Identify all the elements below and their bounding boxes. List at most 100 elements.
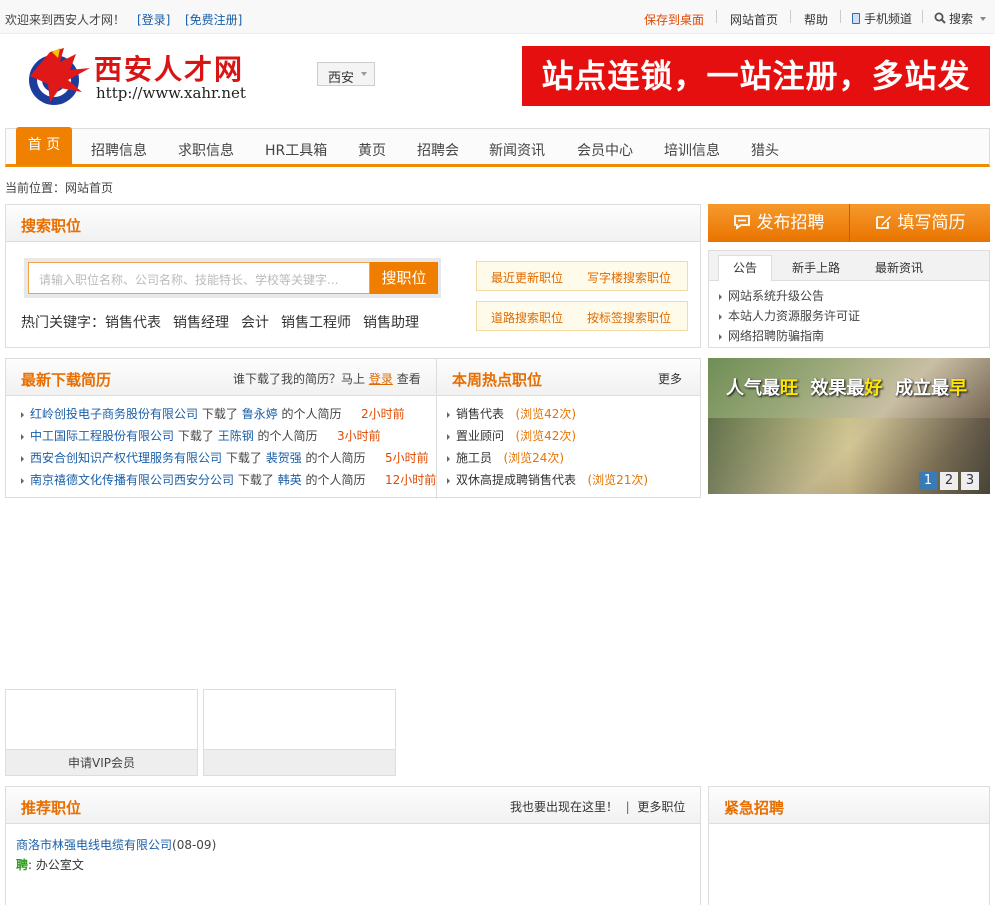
nav-item-job-seekers[interactable]: 求职信息 [178, 140, 234, 160]
downloads-hint-suffix: 查看 [396, 372, 421, 386]
tab-announcements[interactable]: 公告 [718, 255, 772, 281]
notice-item[interactable]: 网络招聘防骗指南 [719, 327, 824, 344]
download-company-link[interactable]: 红岭创投电子商务股份有限公司 [30, 407, 198, 421]
download-row: 红岭创投电子商务股份有限公司 下载了 鲁永婷 的个人简历 [21, 405, 342, 422]
download-person-link[interactable]: 鲁永婷 [242, 407, 278, 421]
download-company-link[interactable]: 西安合创知识产权代理服务有限公司 [30, 451, 222, 465]
hot-jobs-more-link[interactable]: 更多 [658, 370, 682, 387]
download-company-link[interactable]: 中工国际工程股份有限公司 [30, 429, 174, 443]
download-person-link[interactable]: 韩英 [278, 473, 302, 487]
notice-panel: 公告 新手上路 最新资讯 网站系统升级公告 本站人力资源服务许可证 网络招聘防骗… [708, 250, 990, 348]
downloads-login-link[interactable]: 登录 [369, 372, 393, 386]
download-verb: 下载了 [201, 407, 238, 421]
nav-item-training[interactable]: 培训信息 [664, 140, 720, 160]
hot-keyword[interactable]: 销售经理 [173, 315, 229, 331]
search-icon [934, 12, 946, 24]
apply-vip-link[interactable]: 申请VIP会员 [6, 749, 197, 775]
hot-job-views: (浏览42次) [515, 429, 577, 443]
downloads-hint-prefix: 谁下载了我的简历？马上 [233, 372, 366, 386]
download-person-link[interactable]: 王陈钢 [218, 429, 254, 443]
write-resume-button[interactable]: 填写简历 [849, 204, 990, 242]
hot-jobs-title: 本周热点职位 [452, 371, 543, 389]
logo-text: 西安人才网 [94, 53, 245, 86]
recommend-job-link[interactable]: : 办公室文 [28, 858, 84, 872]
divider [840, 10, 841, 23]
site-home-link[interactable]: 网站首页 [730, 11, 778, 28]
site-logo[interactable]: 西安人才网 http://www.xahr.net [24, 44, 274, 108]
hot-job-row: 双休高提成聘销售代表 (浏览21次) [447, 471, 648, 488]
vip-ad-box[interactable]: 申请VIP会员 [5, 689, 198, 776]
welcome-text: 欢迎来到西安人才网！ [5, 13, 126, 27]
top-search-dropdown[interactable]: 搜索 [934, 10, 986, 27]
nav-item-yellow-pages[interactable]: 黄页 [358, 140, 386, 160]
tag-search-link[interactable]: 按标签搜索职位 [587, 309, 671, 326]
hot-job-link[interactable]: 双休高提成聘销售代表 [456, 473, 576, 487]
chat-icon [733, 215, 750, 230]
search-box: 请输入职位名称、公司名称、技能特长、学校等关键字... 搜职位 [24, 258, 441, 298]
download-time: 12小时前 [385, 473, 437, 487]
hot-job-link[interactable]: 施工员 [456, 451, 492, 465]
recommend-date: (08-09) [172, 838, 217, 852]
hot-job-link[interactable]: 销售代表 [456, 407, 504, 421]
tab-beginner-guide[interactable]: 新手上路 [792, 259, 840, 276]
downloads-hint: 谁下载了我的简历？马上 登录 查看 [233, 370, 421, 387]
nav-item-jobs[interactable]: 招聘信息 [91, 140, 147, 160]
breadcrumb: 当前位置：网站首页 [5, 181, 114, 195]
notice-item[interactable]: 网站系统升级公告 [719, 287, 824, 304]
more-jobs-link[interactable]: 更多职位 [637, 800, 685, 814]
login-link[interactable]: [登录] [137, 11, 170, 28]
search-label: 搜索 [949, 12, 974, 26]
ad-box-footer [204, 749, 395, 775]
nav-item-news[interactable]: 新闻资讯 [489, 140, 545, 160]
nav-item-headhunter[interactable]: 猎头 [751, 140, 779, 160]
search-panel-title: 搜索职位 [21, 217, 82, 235]
notice-item[interactable]: 本站人力资源服务许可证 [719, 307, 860, 324]
hot-keyword[interactable]: 销售代表 [105, 315, 161, 331]
download-row: 中工国际工程股份有限公司 下载了 王陈钢 的个人简历 [21, 427, 318, 444]
ad-box[interactable] [203, 689, 396, 776]
ad-banner[interactable]: 站点连锁，一站注册，多站发布! [522, 46, 990, 155]
appear-here-link[interactable]: 我也要出现在这里！ [510, 800, 618, 814]
road-search-link[interactable]: 道路搜索职位 [491, 309, 563, 326]
nav-item-member-center[interactable]: 会员中心 [577, 140, 633, 160]
save-to-desktop-link[interactable]: 保存到桌面 [644, 11, 704, 28]
slide-page-button[interactable]: 1 [919, 472, 937, 490]
recommend-company-link[interactable]: 商洛市林强电线电缆有限公司 [16, 838, 172, 852]
download-person-link[interactable]: 裴贺强 [266, 451, 302, 465]
download-verb: 下载了 [237, 473, 274, 487]
recent-jobs-link[interactable]: 最近更新职位 [491, 269, 563, 286]
download-company-link[interactable]: 南京禧德文化传播有限公司西安分公司 [30, 473, 234, 487]
slide-page-button[interactable]: 2 [940, 472, 958, 490]
hot-keyword[interactable]: 销售助理 [363, 315, 419, 331]
panel-header: 搜索职位 [6, 205, 700, 242]
search-panel: 搜索职位 请输入职位名称、公司名称、技能特长、学校等关键字... 搜职位 热门关… [5, 204, 701, 348]
mobile-channel-link[interactable]: 手机频道 [852, 10, 912, 27]
city-label: 西安 [328, 71, 355, 86]
quick-links-row: 道路搜索职位 按标签搜索职位 [476, 301, 688, 331]
top-bar: 欢迎来到西安人才网！ [登录] [免费注册] 保存到桌面 网站首页 帮助 手机频… [0, 0, 995, 34]
hot-job-link[interactable]: 置业顾问 [456, 429, 504, 443]
quick-links-row: 最近更新职位 写字楼搜索职位 [476, 261, 688, 291]
notice-tabs: 公告 新手上路 最新资讯 [709, 251, 989, 281]
tab-latest-news[interactable]: 最新资讯 [875, 259, 923, 276]
register-link[interactable]: [免费注册] [185, 11, 242, 28]
office-building-search-link[interactable]: 写字楼搜索职位 [587, 269, 671, 286]
recommend-job-row: 聘: 办公室文 [16, 856, 84, 873]
nav-item-home[interactable]: 首 页 [16, 127, 72, 165]
search-input[interactable]: 请输入职位名称、公司名称、技能特长、学校等关键字... [28, 262, 370, 294]
download-resume-suffix: 的个人简历 [281, 407, 342, 421]
divider [790, 10, 791, 23]
panel-header: 最新下载简历 谁下载了我的简历？马上 登录 查看 本周热点职位 更多 [6, 359, 700, 396]
hot-keyword[interactable]: 销售工程师 [281, 315, 351, 331]
nav-item-hr-tools[interactable]: HR工具箱 [265, 140, 327, 160]
help-link[interactable]: 帮助 [804, 11, 828, 28]
slide-page-button[interactable]: 3 [961, 472, 979, 490]
logo-emblem-icon [29, 48, 90, 105]
nav-item-job-fair[interactable]: 招聘会 [417, 140, 459, 160]
post-job-button[interactable]: 发布招聘 [708, 204, 849, 242]
search-jobs-button[interactable]: 搜职位 [370, 262, 438, 294]
hot-keyword[interactable]: 会计 [241, 315, 269, 331]
city-selector[interactable]: 西安 [317, 62, 375, 86]
main-nav: 首 页 招聘信息 求职信息 HR工具箱 黄页 招聘会 新闻资讯 会员中心 培训信… [5, 127, 990, 167]
slideshow[interactable]: 人气最旺 效果最好 成立最早 1 2 3 [708, 358, 990, 494]
